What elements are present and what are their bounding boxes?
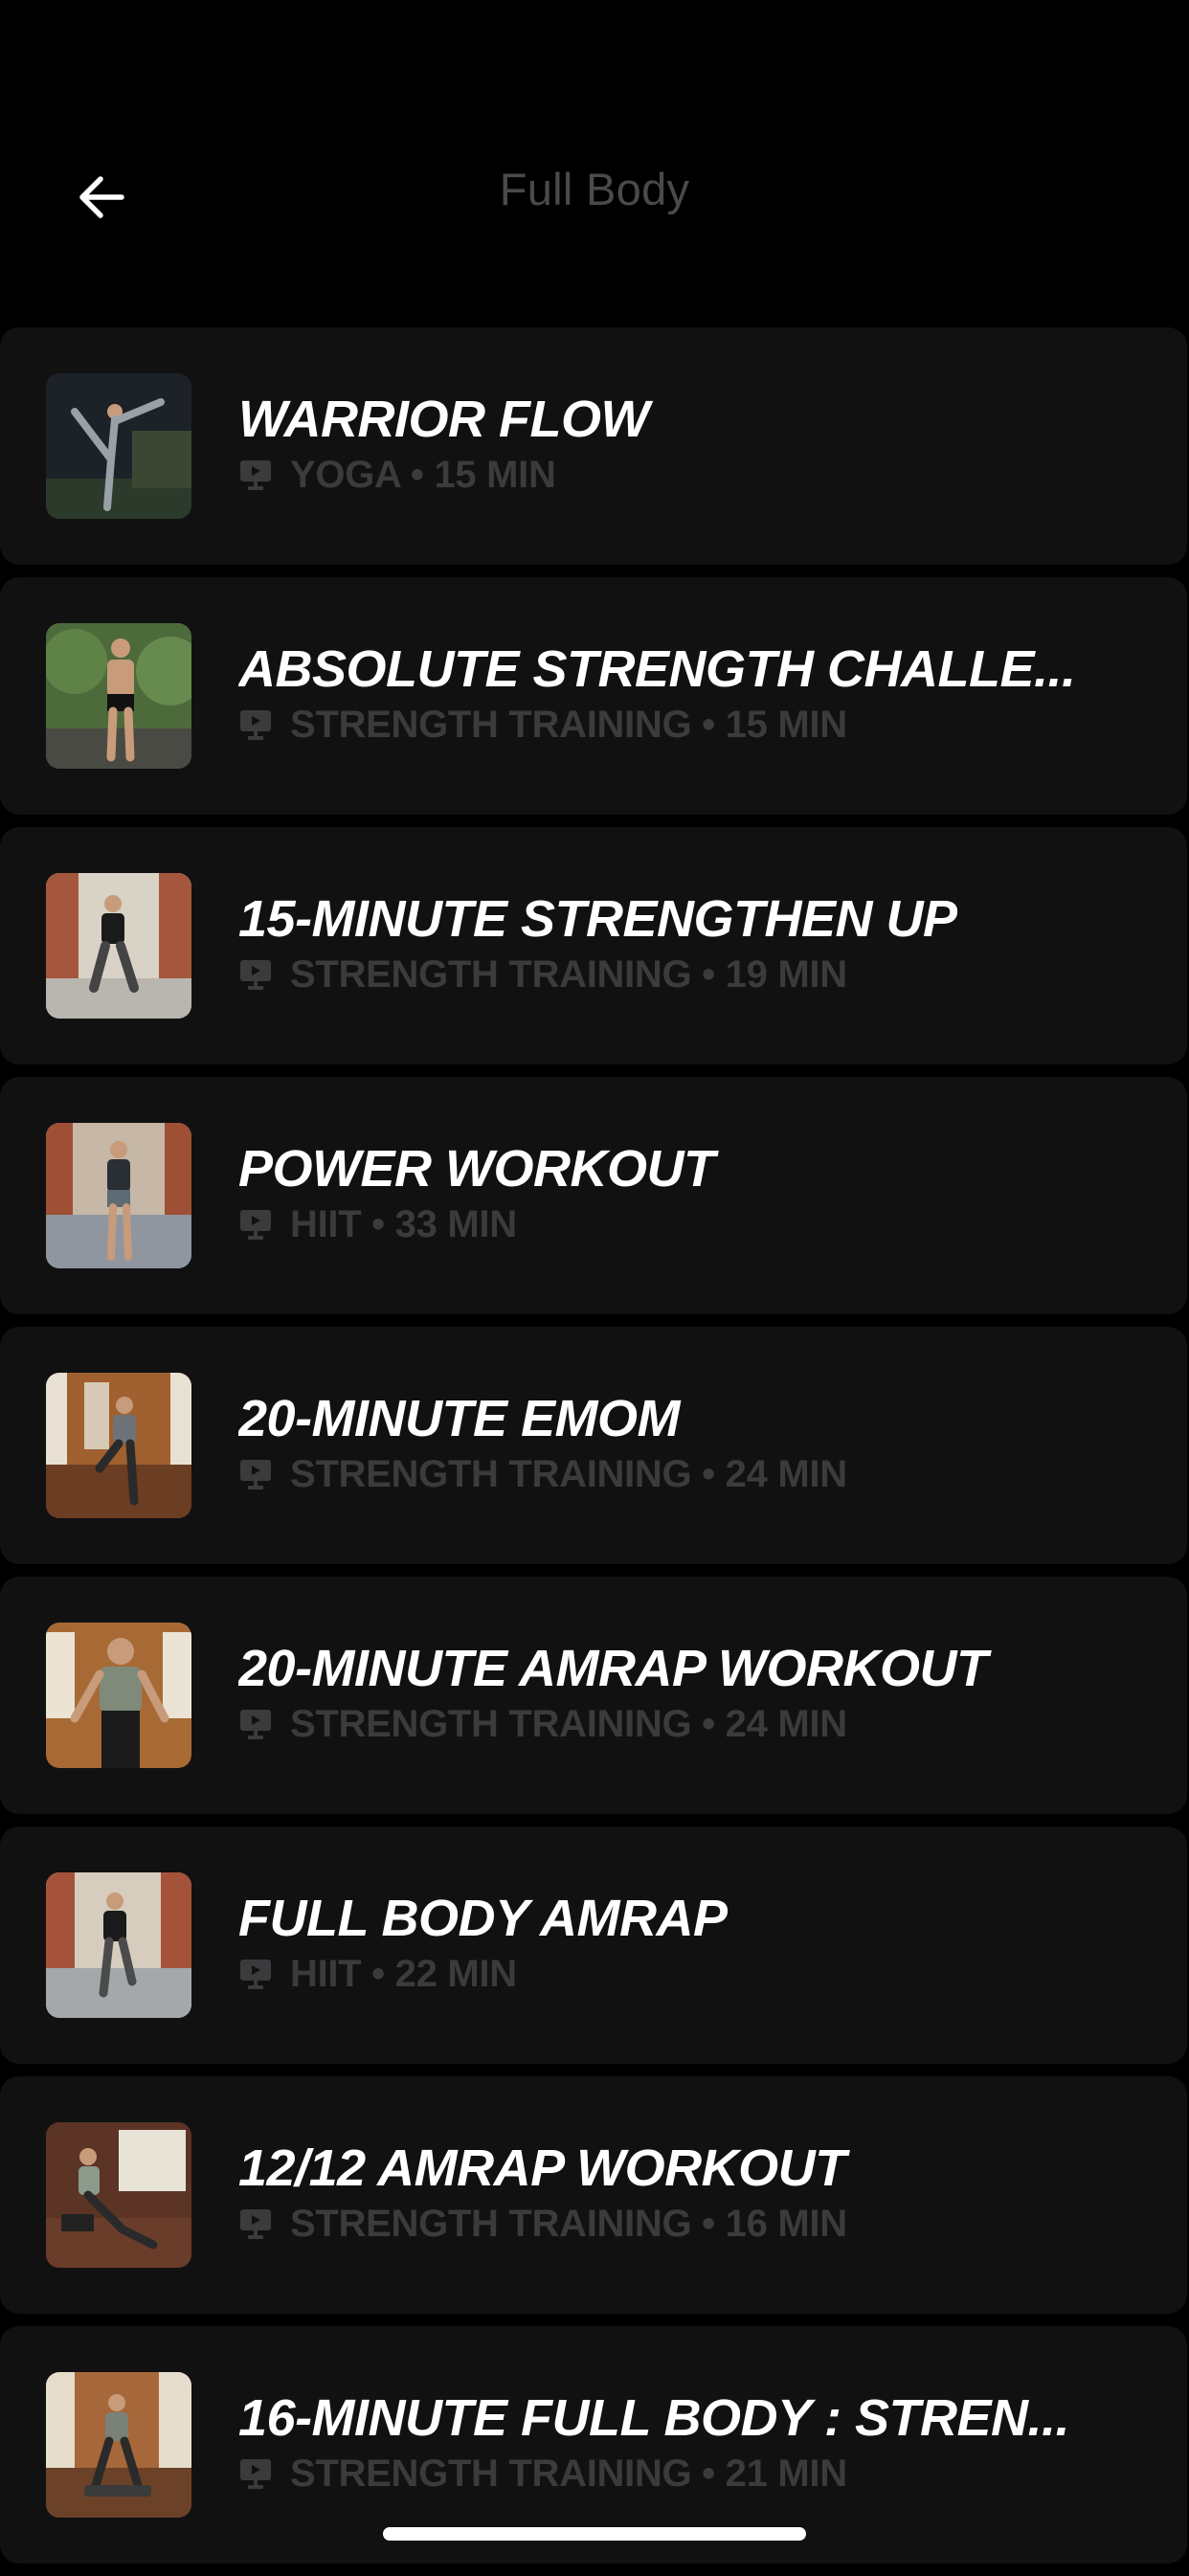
workout-card[interactable]: 20-MINUTE AMRAP WORKOUT STRENGTH TRAININ… — [0, 1577, 1187, 1814]
workout-thumbnail — [46, 1123, 191, 1268]
video-icon — [240, 2459, 271, 2489]
workout-card[interactable]: 12/12 AMRAP WORKOUT STRENGTH TRAINING • … — [0, 2076, 1187, 2314]
workout-meta-text: HIIT • 22 MIN — [290, 1952, 517, 1995]
workout-thumbnail — [46, 1373, 191, 1518]
page-title: Full Body — [499, 164, 690, 214]
workout-meta: HIIT • 33 MIN — [238, 1203, 517, 1245]
workout-title: 16-MINUTE FULL BODY : STREN... — [238, 2389, 1070, 2447]
video-icon — [240, 1460, 271, 1490]
video-icon — [240, 1210, 271, 1240]
video-icon — [240, 710, 271, 740]
workout-card[interactable]: 15-MINUTE STRENGTHEN UP STRENGTH TRAININ… — [0, 827, 1187, 1064]
workout-thumbnail — [46, 1623, 191, 1768]
workout-title: POWER WORKOUT — [238, 1140, 715, 1198]
workout-card[interactable]: 20-MINUTE EMOM STRENGTH TRAINING • 24 MI… — [0, 1327, 1187, 1564]
workout-meta: STRENGTH TRAINING • 15 MIN — [238, 704, 847, 746]
home-indicator[interactable] — [383, 2527, 806, 2541]
workout-meta: STRENGTH TRAINING • 24 MIN — [238, 1703, 847, 1745]
workout-meta: STRENGTH TRAINING • 16 MIN — [238, 2203, 847, 2245]
workout-title: 15-MINUTE STRENGTHEN UP — [238, 890, 957, 948]
video-icon — [240, 460, 271, 490]
workout-title: 12/12 AMRAP WORKOUT — [238, 2139, 846, 2197]
workout-meta-text: STRENGTH TRAINING • 21 MIN — [290, 2452, 847, 2495]
workout-meta-text: YOGA • 15 MIN — [290, 453, 556, 496]
video-icon — [240, 1960, 271, 1989]
workout-meta-text: STRENGTH TRAINING • 16 MIN — [290, 2202, 847, 2245]
workout-list: WARRIOR FLOW YOGA • 15 MIN ABSOLUTE STRE… — [0, 327, 1189, 2576]
workout-thumbnail — [46, 873, 191, 1019]
workout-meta-text: STRENGTH TRAINING • 15 MIN — [290, 703, 847, 746]
video-icon — [240, 2209, 271, 2239]
workout-meta: STRENGTH TRAINING • 24 MIN — [238, 1453, 847, 1495]
workout-meta: HIIT • 22 MIN — [238, 1953, 517, 1995]
workout-title: FULL BODY AMRAP — [238, 1890, 728, 1947]
header: Full Body — [0, 0, 1189, 316]
workout-thumbnail — [46, 623, 191, 769]
workout-title: WARRIOR FLOW — [238, 391, 649, 448]
workout-card[interactable]: ABSOLUTE STRENGTH CHALLE... STRENGTH TRA… — [0, 577, 1187, 815]
workout-meta-text: STRENGTH TRAINING • 19 MIN — [290, 952, 847, 996]
workout-meta: YOGA • 15 MIN — [238, 454, 556, 496]
workout-card[interactable]: WARRIOR FLOW YOGA • 15 MIN — [0, 327, 1187, 565]
workout-meta-text: STRENGTH TRAINING • 24 MIN — [290, 1702, 847, 1745]
workout-thumbnail — [46, 2122, 191, 2268]
workout-meta-text: HIIT • 33 MIN — [290, 1202, 517, 1245]
workout-meta: STRENGTH TRAINING • 19 MIN — [238, 953, 847, 996]
workout-title: 20-MINUTE AMRAP WORKOUT — [238, 1640, 988, 1697]
workout-thumbnail — [46, 2372, 191, 2518]
workout-title: ABSOLUTE STRENGTH CHALLE... — [238, 640, 1076, 698]
workout-thumbnail — [46, 373, 191, 519]
workout-thumbnail — [46, 1872, 191, 2018]
video-icon — [240, 1710, 271, 1739]
workout-meta-text: STRENGTH TRAINING • 24 MIN — [290, 1452, 847, 1495]
workout-card[interactable]: FULL BODY AMRAP HIIT • 22 MIN — [0, 1826, 1187, 2064]
workout-card[interactable]: POWER WORKOUT HIIT • 33 MIN — [0, 1077, 1187, 1314]
workout-meta: STRENGTH TRAINING • 21 MIN — [238, 2453, 847, 2495]
video-icon — [240, 960, 271, 990]
workout-title: 20-MINUTE EMOM — [238, 1390, 681, 1447]
